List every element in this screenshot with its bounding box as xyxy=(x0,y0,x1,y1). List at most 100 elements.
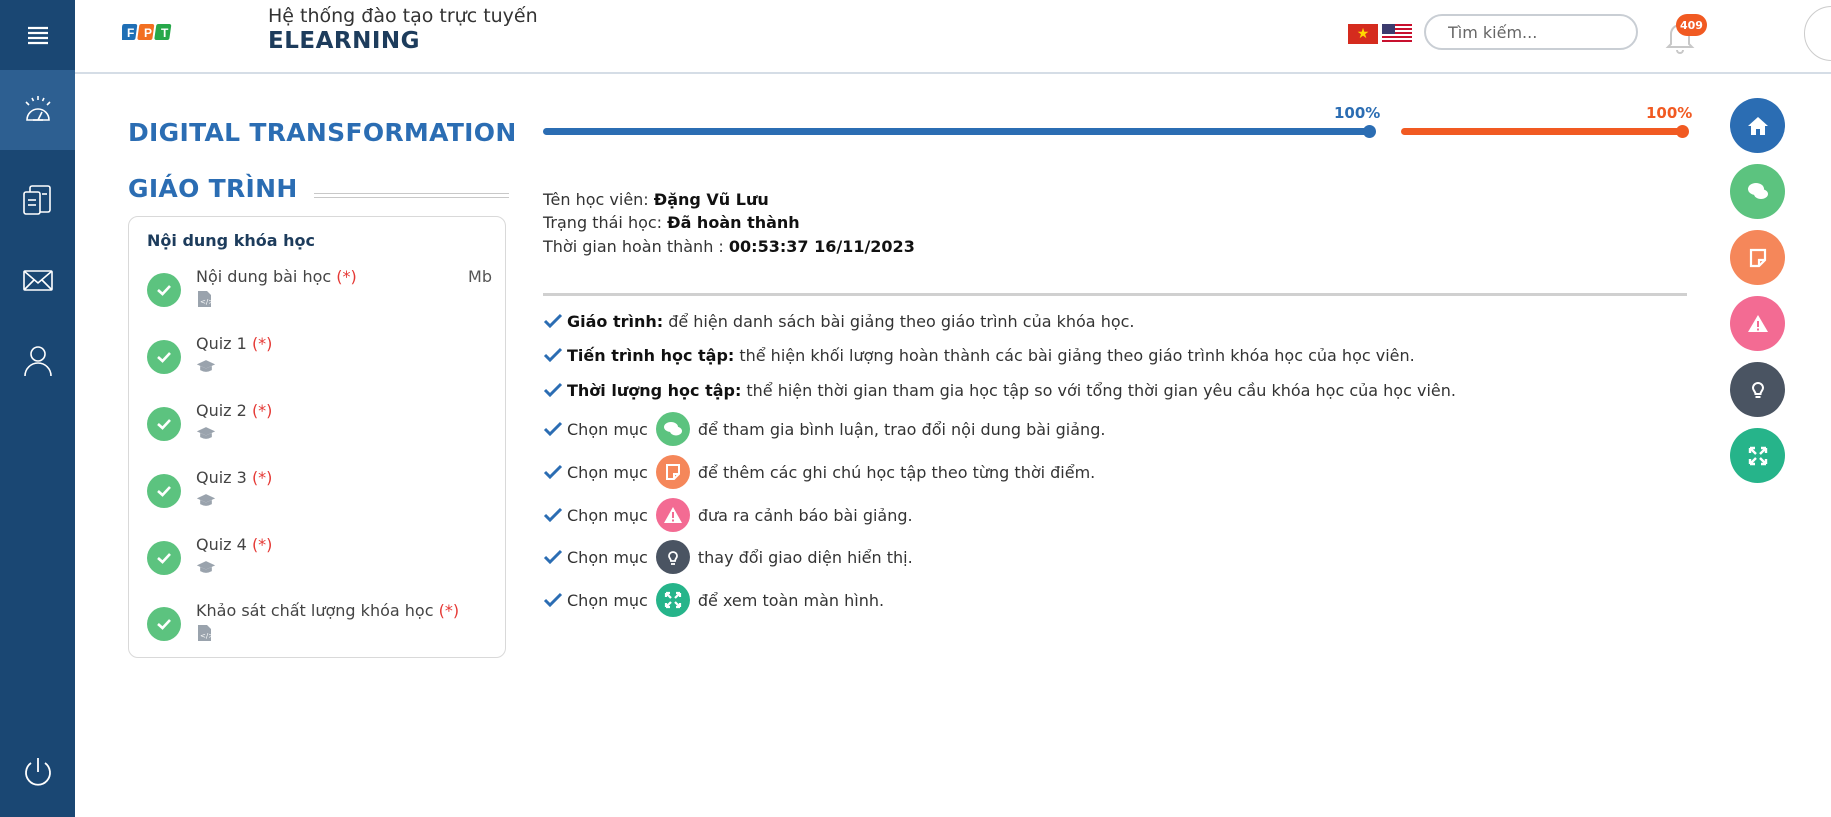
duration-progress-label: 100% xyxy=(1646,104,1693,122)
warning-icon xyxy=(1747,314,1768,332)
lesson-item[interactable]: Quiz 1 (*) xyxy=(147,334,492,384)
legend-item: Chọn mục thay đổi giao diện hiển thị. xyxy=(543,540,913,574)
check-icon xyxy=(147,607,181,641)
code-file-icon: </> xyxy=(198,625,214,641)
fullscreen-icon xyxy=(1748,446,1767,465)
student-status-row: Trạng thái học: Đã hoàn thành xyxy=(543,213,800,232)
lightbulb-icon xyxy=(1751,381,1764,398)
lesson-name: Quiz 2 (*) xyxy=(196,401,273,420)
checkmark-icon xyxy=(543,382,563,398)
lightbulb-icon xyxy=(655,540,690,574)
fullscreen-button[interactable] xyxy=(1730,428,1785,483)
notification-badge: 409 xyxy=(1676,14,1707,36)
graduation-cap-icon xyxy=(196,427,216,439)
duration-progress-bar xyxy=(1401,128,1686,135)
student-name-row: Tên học viên: Đặng Vũ Lưu xyxy=(543,190,769,209)
lesson-name: Quiz 4 (*) xyxy=(196,535,273,554)
checkmark-icon xyxy=(543,507,563,523)
lesson-name: Nội dung bài học (*) xyxy=(196,267,357,286)
notes-button[interactable] xyxy=(1730,230,1785,285)
checkmark-icon xyxy=(543,421,563,437)
svg-text:</>: </> xyxy=(200,632,214,640)
checkmark-icon xyxy=(543,592,563,608)
legend-item: Chọn mục để thêm các ghi chú học tập the… xyxy=(543,455,1095,489)
learning-progress-handle xyxy=(1363,125,1376,138)
info-divider xyxy=(543,293,1687,296)
sidebar-item-profile[interactable] xyxy=(0,320,75,400)
syllabus-heading: Nội dung khóa học xyxy=(147,231,315,250)
svg-text:P: P xyxy=(144,26,152,40)
home-icon xyxy=(1747,116,1768,135)
syllabus-card: Nội dung khóa học Nội dung bài học (*) <… xyxy=(128,216,506,658)
check-icon xyxy=(147,340,181,374)
legend-item: Thời lượng học tập: thể hiện thời gian th… xyxy=(543,373,1456,407)
check-icon xyxy=(147,273,181,307)
lesson-name: Khảo sát chất lượng khóa học (*) xyxy=(196,601,460,620)
svg-text:</>: </> xyxy=(200,298,214,306)
checkmark-icon xyxy=(543,549,563,565)
course-title: DIGITAL TRANSFORMATION xyxy=(128,118,517,147)
lesson-name: Quiz 1 (*) xyxy=(196,334,273,353)
checkmark-icon xyxy=(543,313,563,329)
vietnamese-flag-button[interactable]: ★ xyxy=(1348,24,1378,44)
completion-time: 00:53:37 16/11/2023 xyxy=(728,237,915,256)
top-header: F P T Hệ thống đào tạo trực tuyến ELEARN… xyxy=(75,0,1831,74)
legend-item: Chọn mục để xem toàn màn hình. xyxy=(543,583,884,617)
us-flag-icon xyxy=(1382,24,1412,44)
section-title: GIÁO TRÌNH xyxy=(128,174,298,203)
legend-item: Chọn mục đưa ra cảnh báo bài giảng. xyxy=(543,498,913,532)
home-button[interactable] xyxy=(1730,98,1785,153)
mail-icon xyxy=(22,270,53,291)
comments-button[interactable] xyxy=(1730,164,1785,219)
graduation-cap-icon xyxy=(196,360,216,372)
system-title: ELEARNING xyxy=(268,28,421,54)
section-divider xyxy=(314,193,509,198)
checkmark-icon xyxy=(543,464,563,480)
svg-text:T: T xyxy=(161,26,169,40)
graduation-cap-icon xyxy=(196,561,216,573)
lesson-item[interactable]: Nội dung bài học (*) </> Mb xyxy=(147,267,492,317)
sidebar-item-documents[interactable] xyxy=(0,160,75,240)
checkmark-icon xyxy=(543,347,563,363)
learning-progress-label: 100% xyxy=(1334,104,1381,122)
check-icon xyxy=(147,474,181,508)
hamburger-icon xyxy=(27,26,48,45)
note-icon xyxy=(655,455,690,489)
logout-button[interactable] xyxy=(0,732,75,812)
lesson-item[interactable]: Quiz 4 (*) xyxy=(147,535,492,585)
avatar[interactable] xyxy=(1804,6,1831,61)
check-icon xyxy=(147,407,181,441)
sidebar xyxy=(0,0,75,817)
lesson-size: Mb xyxy=(468,267,492,286)
note-icon xyxy=(1749,248,1766,267)
documents-icon xyxy=(22,185,51,215)
student-name: Đặng Vũ Lưu xyxy=(653,190,769,209)
fullscreen-icon xyxy=(655,583,690,617)
lesson-item[interactable]: Quiz 3 (*) xyxy=(147,468,492,518)
warning-icon xyxy=(655,498,690,532)
legend-item: Giáo trình: để hiện danh sách bài giảng t… xyxy=(543,304,1135,338)
lesson-item[interactable]: Khảo sát chất lượng khóa học (*) </> xyxy=(147,601,492,651)
menu-toggle-button[interactable] xyxy=(0,0,75,70)
check-icon xyxy=(147,541,181,575)
system-subtitle: Hệ thống đào tạo trực tuyến xyxy=(268,5,538,27)
english-flag-button[interactable] xyxy=(1382,24,1412,44)
search-input[interactable] xyxy=(1424,14,1638,50)
legend-item: Chọn mục để tham gia bình luận, trao đổi… xyxy=(543,412,1105,446)
learning-progress-bar xyxy=(543,128,1370,135)
power-icon xyxy=(24,758,51,786)
theme-button[interactable] xyxy=(1730,362,1785,417)
student-status: Đã hoàn thành xyxy=(667,213,800,232)
lesson-item[interactable]: Quiz 2 (*) xyxy=(147,401,492,451)
lesson-name: Quiz 3 (*) xyxy=(196,468,273,487)
warning-button[interactable] xyxy=(1730,296,1785,351)
fpt-logo: F P T xyxy=(122,24,172,40)
code-file-icon: </> xyxy=(198,291,214,307)
completion-time-row: Thời gian hoàn thành : 00:53:37 16/11/20… xyxy=(543,237,915,256)
sidebar-item-dashboard[interactable] xyxy=(0,70,75,150)
duration-progress-handle xyxy=(1676,125,1689,138)
user-icon xyxy=(23,346,52,377)
comments-icon xyxy=(655,412,690,446)
graduation-cap-icon xyxy=(196,494,216,506)
sidebar-item-mail[interactable] xyxy=(0,240,75,320)
